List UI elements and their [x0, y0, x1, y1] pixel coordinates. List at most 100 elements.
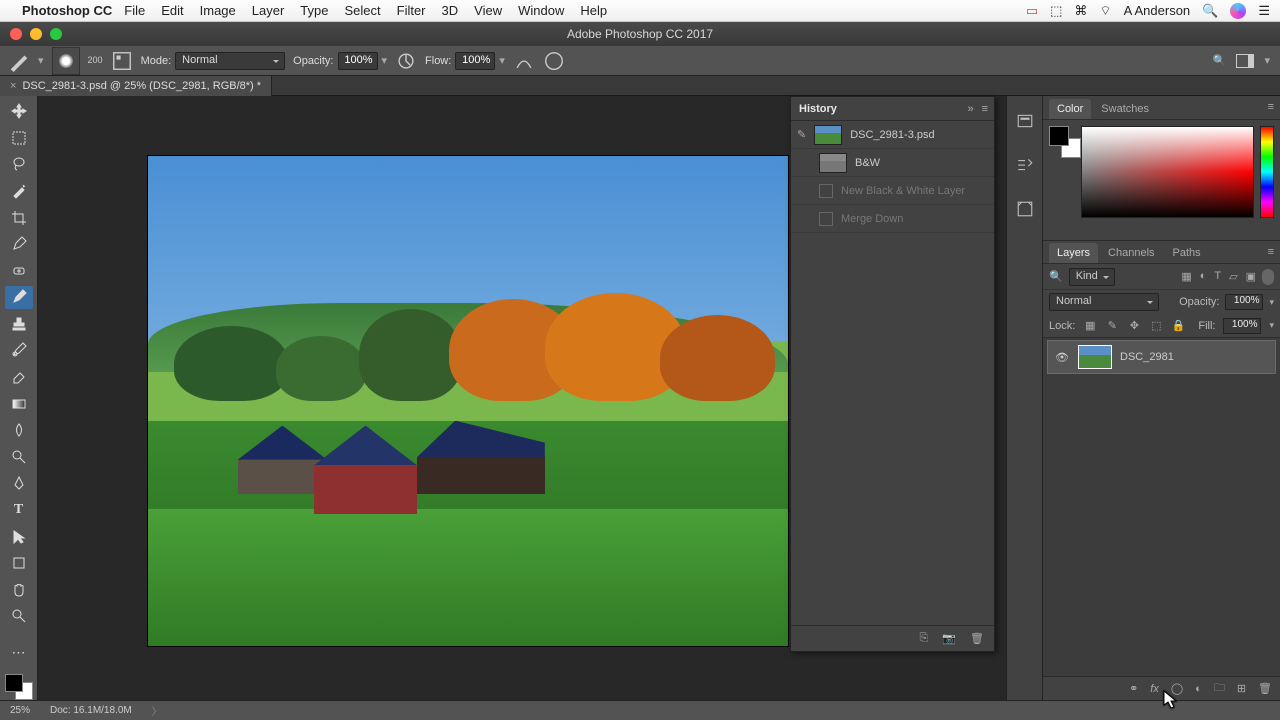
lock-all-icon[interactable]: 🔒 [1171, 319, 1185, 333]
history-tab[interactable]: History [799, 103, 837, 115]
filter-type-icon[interactable]: T [1214, 270, 1221, 283]
close-window-button[interactable] [10, 28, 22, 40]
adjustment-layer-icon[interactable]: ◐ [1195, 683, 1202, 695]
lock-artboard-icon[interactable]: ⬚ [1149, 319, 1163, 333]
tab-layers[interactable]: Layers [1049, 243, 1098, 263]
lock-pixels-icon[interactable]: ✎ [1105, 319, 1119, 333]
close-tab-icon[interactable]: × [10, 80, 16, 92]
layer-thumbnail[interactable] [1078, 345, 1112, 369]
menu-image[interactable]: Image [200, 3, 236, 18]
spotlight-icon[interactable]: 🔍 [1202, 3, 1218, 19]
filter-smart-icon[interactable]: ▣ [1246, 270, 1256, 283]
filter-adjust-icon[interactable]: ◐ [1200, 270, 1207, 283]
layer-group-icon[interactable]: 🗀 [1214, 679, 1225, 698]
lasso-tool[interactable] [5, 153, 33, 176]
document-canvas[interactable] [148, 156, 788, 646]
pen-tool[interactable] [5, 472, 33, 495]
opacity-caret-icon[interactable]: ▾ [382, 54, 388, 67]
tab-color[interactable]: Color [1049, 99, 1091, 119]
dropbox-icon[interactable]: ⬚ [1050, 3, 1062, 19]
pressure-opacity-icon[interactable] [395, 50, 417, 72]
menu-3d[interactable]: 3D [442, 3, 459, 18]
tool-preset-icon[interactable] [8, 50, 30, 72]
delete-layer-icon[interactable]: 🗑 [1258, 682, 1272, 695]
dodge-tool[interactable] [5, 446, 33, 469]
layer-row[interactable]: 👁 DSC_2981 [1047, 340, 1276, 374]
tab-swatches[interactable]: Swatches [1093, 99, 1157, 119]
zoom-window-button[interactable] [50, 28, 62, 40]
flow-input[interactable]: 100% [455, 52, 495, 70]
zoom-tool[interactable] [5, 605, 33, 628]
properties-panel-icon[interactable] [1014, 198, 1036, 220]
history-panel-menu-icon[interactable]: ≡ [982, 103, 988, 115]
layer-blend-mode-select[interactable]: Normal [1049, 293, 1159, 311]
flow-caret-icon[interactable]: ▾ [499, 54, 505, 67]
layer-filter-toggle[interactable] [1262, 269, 1274, 285]
filter-shape-icon[interactable]: ▱ [1229, 270, 1237, 283]
layer-filter-kind[interactable]: Kind [1069, 268, 1115, 286]
type-tool[interactable]: T [5, 499, 33, 522]
siri-icon[interactable] [1230, 3, 1246, 19]
opacity-input[interactable]: 100% [338, 52, 378, 70]
tv-icon[interactable]: ▭ [1026, 3, 1038, 19]
menu-window[interactable]: Window [518, 3, 564, 18]
workspace-caret-icon[interactable]: ▾ [1264, 54, 1270, 68]
color-swatches[interactable] [5, 674, 33, 700]
doc-info[interactable]: Doc: 16.1M/18.0M [50, 705, 132, 716]
color-spectrum[interactable] [1081, 126, 1254, 218]
path-select-tool[interactable] [5, 525, 33, 548]
color-panel-swatches[interactable] [1049, 126, 1075, 152]
layers-panel-menu-icon[interactable]: ≡ [1268, 246, 1274, 258]
history-step-row[interactable]: New Black & White Layer [791, 177, 994, 205]
notification-icon[interactable]: ☰ [1258, 3, 1270, 19]
delete-state-icon[interactable]: 🗑 [970, 632, 984, 645]
menu-filter[interactable]: Filter [397, 3, 426, 18]
history-brush-tool[interactable] [5, 339, 33, 362]
link-layers-icon[interactable]: ⚭ [1129, 682, 1138, 695]
cc-icon[interactable]: ⌘ [1074, 3, 1087, 19]
app-name[interactable]: Photoshop CC [22, 3, 112, 18]
gradient-tool[interactable] [5, 392, 33, 415]
marquee-tool[interactable] [5, 127, 33, 150]
hue-strip[interactable] [1260, 126, 1274, 218]
history-brush-source-icon[interactable]: ✎ [797, 128, 806, 141]
lock-position-icon[interactable]: ✥ [1127, 319, 1141, 333]
layer-opacity-input[interactable]: 100% [1225, 294, 1263, 310]
menu-help[interactable]: Help [580, 3, 607, 18]
new-layer-icon[interactable]: ⊞ [1237, 682, 1246, 695]
crop-tool[interactable] [5, 206, 33, 229]
hand-tool[interactable] [5, 578, 33, 601]
edit-toolbar-icon[interactable]: ⋯ [5, 641, 33, 664]
layer-fill-caret-icon[interactable]: ▾ [1269, 320, 1274, 331]
menu-select[interactable]: Select [344, 3, 380, 18]
search-layers-icon[interactable]: 🔍 [1049, 270, 1063, 283]
pressure-size-icon[interactable] [543, 50, 565, 72]
eyedropper-tool[interactable] [5, 233, 33, 256]
search-icon[interactable]: 🔍 [1213, 54, 1227, 68]
layer-name[interactable]: DSC_2981 [1120, 351, 1174, 363]
blend-mode-select[interactable]: Normal [175, 52, 285, 70]
workspace-switcher-icon[interactable] [1236, 54, 1254, 68]
layer-visibility-icon[interactable]: 👁 [1054, 351, 1070, 364]
airbrush-icon[interactable] [513, 50, 535, 72]
document-tab[interactable]: × DSC_2981-3.psd @ 25% (DSC_2981, RGB/8*… [0, 76, 272, 96]
lock-transparent-icon[interactable]: ▦ [1083, 319, 1097, 333]
minimize-window-button[interactable] [30, 28, 42, 40]
menu-view[interactable]: View [474, 3, 502, 18]
cp-foreground-swatch[interactable] [1049, 126, 1069, 146]
collapse-panel-icon[interactable]: » [967, 103, 973, 115]
filter-pixel-icon[interactable]: ▦ [1181, 270, 1191, 283]
new-document-from-state-icon[interactable]: ⎘ [920, 632, 929, 645]
actions-panel-icon[interactable] [1014, 154, 1036, 176]
menu-edit[interactable]: Edit [161, 3, 183, 18]
layer-opacity-caret-icon[interactable]: ▾ [1269, 297, 1274, 308]
history-source-row[interactable]: B&W [791, 149, 994, 177]
eraser-tool[interactable] [5, 366, 33, 389]
blur-tool[interactable] [5, 419, 33, 442]
color-panel-menu-icon[interactable]: ≡ [1268, 101, 1274, 113]
history-panel-icon[interactable] [1014, 110, 1036, 132]
foreground-swatch[interactable] [5, 674, 23, 692]
user-name[interactable]: A Anderson [1124, 3, 1191, 18]
brush-preview[interactable] [52, 47, 80, 75]
layer-fill-input[interactable]: 100% [1223, 318, 1261, 334]
